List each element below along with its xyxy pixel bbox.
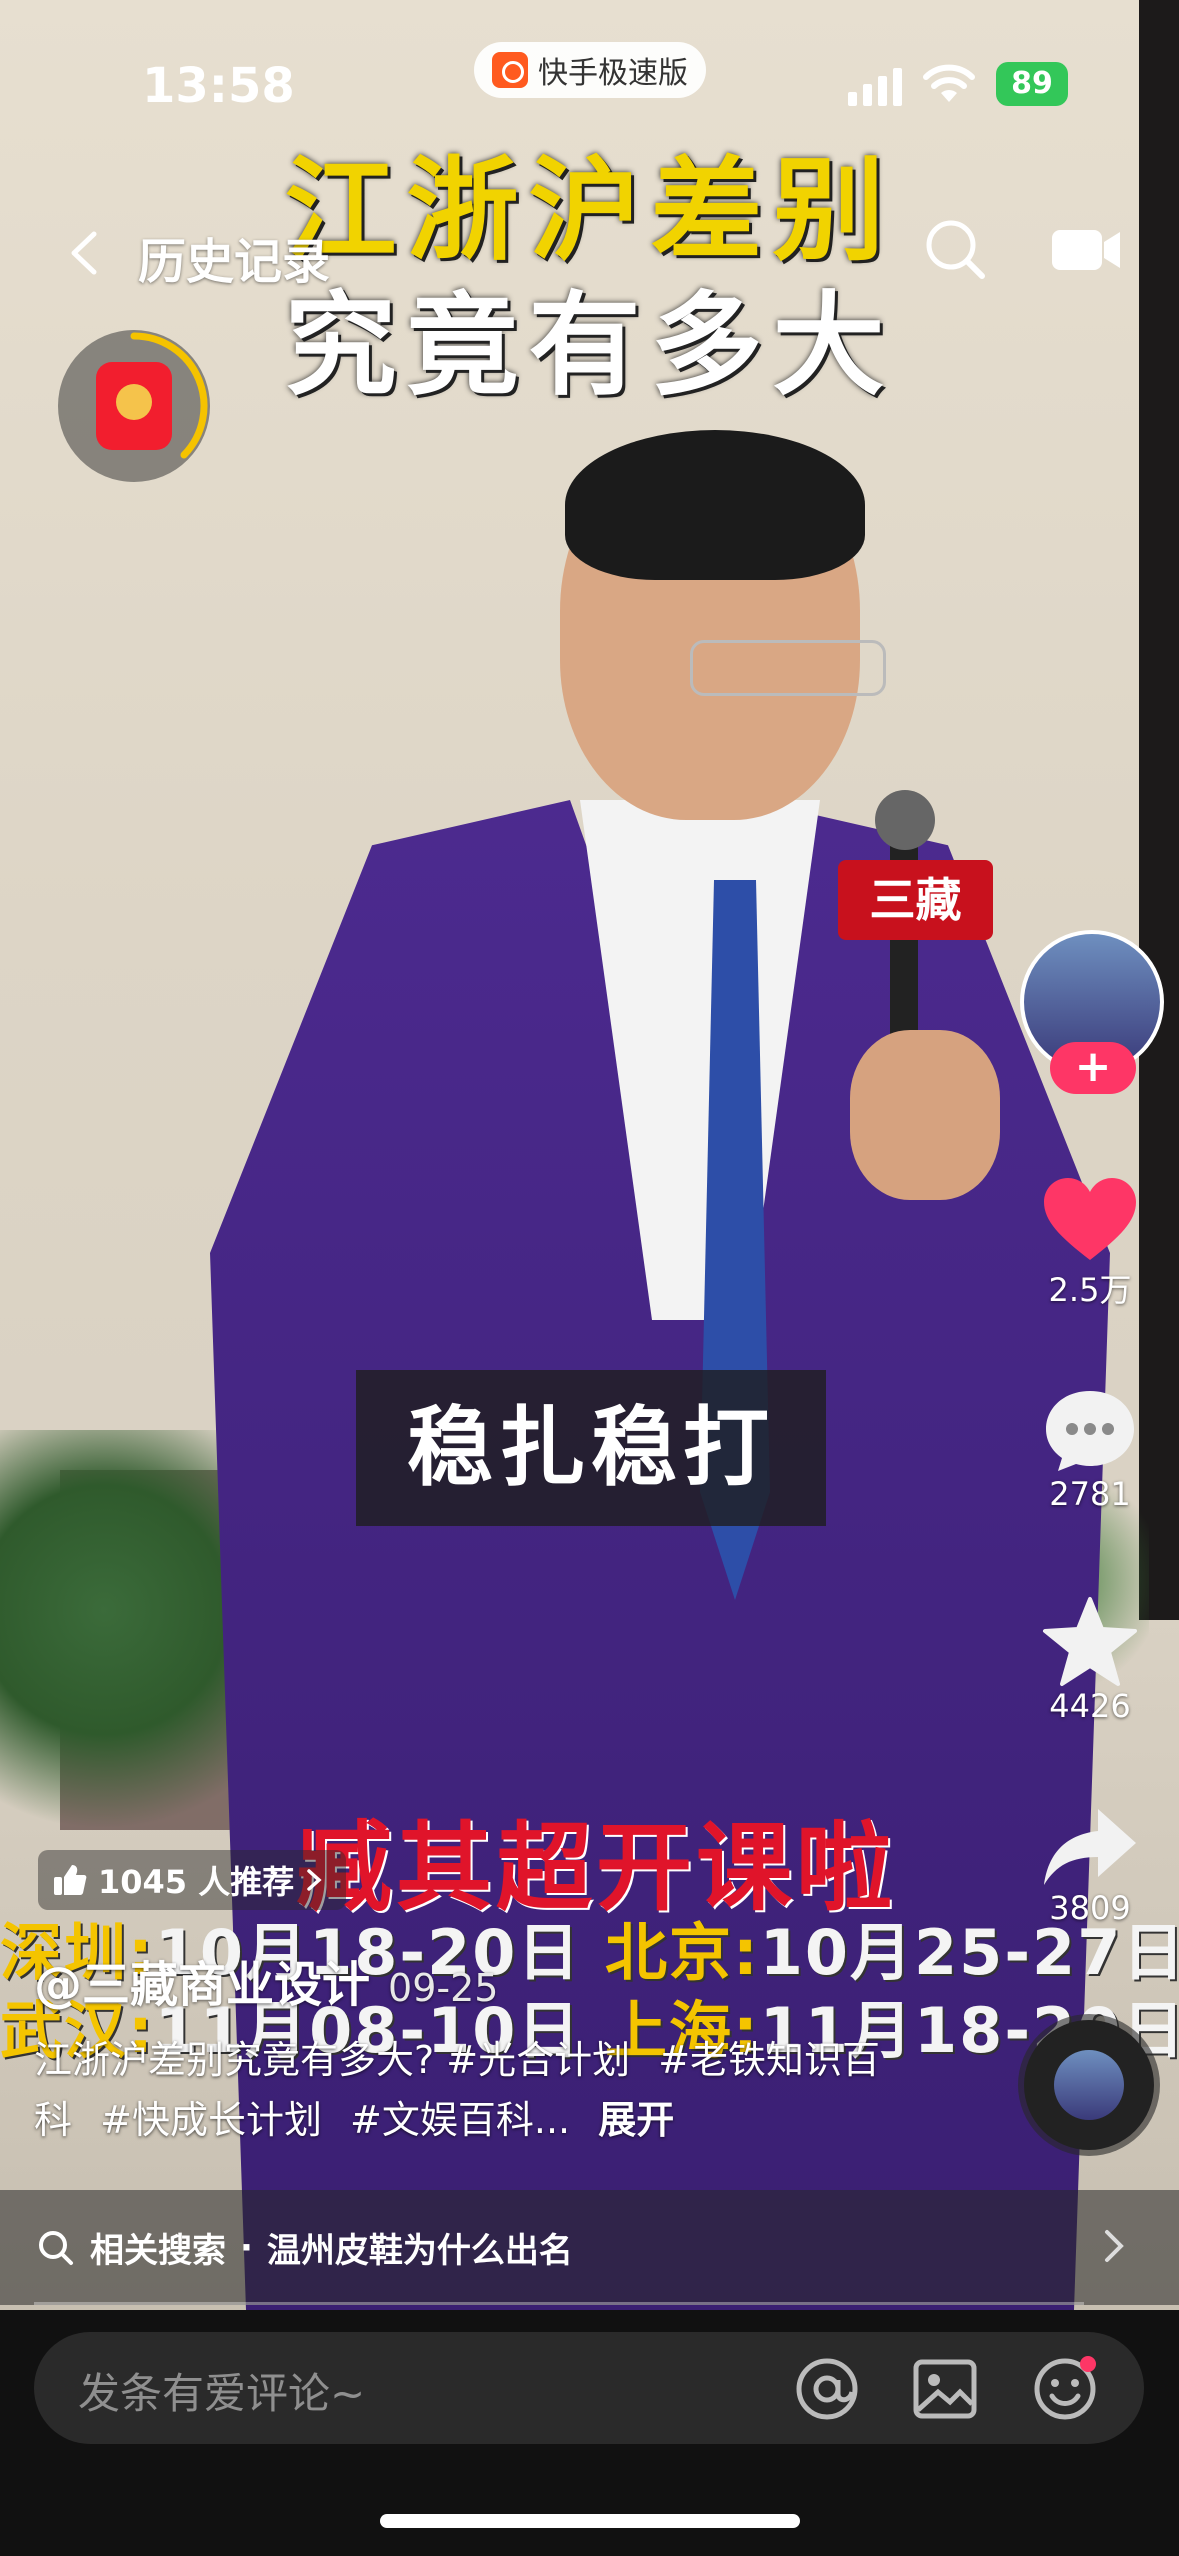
hashtag[interactable]: #快成长计划 bbox=[100, 2098, 322, 2142]
recommend-count: 1045 人推荐 bbox=[98, 1863, 295, 1901]
comment-bubble-icon bbox=[1046, 1391, 1134, 1471]
share-count: 3809 bbox=[1049, 1889, 1131, 1927]
expand-link[interactable]: 展开 bbox=[598, 2098, 674, 2142]
top-nav: 历史记录 bbox=[0, 200, 1179, 300]
separator-dot: · bbox=[240, 2227, 253, 2268]
speaker-figure bbox=[565, 430, 865, 580]
related-search-content: 相关搜索 · 温州皮鞋为什么出名 bbox=[36, 2190, 573, 2305]
red-envelope-icon bbox=[96, 362, 172, 450]
favorite-button[interactable]: 4426 bbox=[1010, 1595, 1170, 1725]
hashtag[interactable]: #光合计划 bbox=[446, 2038, 630, 2082]
microphone-brand: 三藏 bbox=[838, 860, 993, 940]
image-icon[interactable] bbox=[910, 2354, 980, 2424]
battery-indicator: 89 bbox=[996, 62, 1068, 106]
comment-placeholder: 发条有爱评论~ bbox=[78, 2369, 366, 2418]
music-disc[interactable] bbox=[1024, 2020, 1154, 2150]
search-icon[interactable] bbox=[920, 214, 990, 284]
schedule-city: 北京: bbox=[604, 1916, 760, 1989]
app-name: 快手极速版 bbox=[538, 56, 688, 91]
app-indicator-pill: 快手极速版 bbox=[474, 42, 706, 98]
microphone bbox=[875, 790, 935, 850]
speaker-figure bbox=[690, 640, 886, 696]
related-search-prefix: 相关搜索 bbox=[90, 2231, 226, 2271]
star-icon bbox=[1043, 1597, 1137, 1686]
video-subtitle: 稳扎稳打 bbox=[356, 1370, 826, 1526]
kuaishou-logo-icon bbox=[492, 52, 528, 88]
red-packet-reward-button[interactable] bbox=[58, 330, 210, 482]
thumbs-up-icon bbox=[54, 1865, 87, 1895]
like-button[interactable]: 2.5万 bbox=[1010, 1175, 1170, 1311]
author-name-row[interactable]: @三藏商业设计 09-25 bbox=[34, 1945, 498, 2015]
description-text: 江浙沪差别究竟有多大? bbox=[34, 2038, 435, 2082]
post-date: 09-25 bbox=[388, 1966, 499, 2010]
related-search-bar[interactable]: 相关搜索 · 温州皮鞋为什么出名 bbox=[0, 2190, 1179, 2305]
comment-input[interactable]: 发条有爱评论~ bbox=[34, 2332, 1144, 2444]
emoji-icon[interactable] bbox=[1030, 2354, 1100, 2424]
status-time: 13:58 bbox=[142, 58, 295, 114]
share-arrow-icon bbox=[1044, 1809, 1136, 1885]
home-indicator[interactable] bbox=[380, 2514, 800, 2528]
speaker-figure bbox=[850, 1030, 1000, 1200]
related-search-query: 温州皮鞋为什么出名 bbox=[266, 2231, 573, 2271]
wifi-icon bbox=[923, 64, 975, 102]
video-camera-icon[interactable] bbox=[1050, 220, 1122, 280]
video-progress-bar[interactable] bbox=[34, 2302, 1084, 2305]
chevron-right-icon bbox=[307, 1869, 322, 1891]
at-mention-icon[interactable] bbox=[792, 2354, 862, 2424]
search-icon bbox=[39, 2230, 73, 2265]
like-count: 2.5万 bbox=[1048, 1271, 1132, 1309]
author-name[interactable]: @三藏商业设计 bbox=[34, 1957, 370, 2013]
comment-button[interactable]: 2781 bbox=[1010, 1385, 1170, 1513]
hashtag[interactable]: #文娱百科... bbox=[350, 2098, 570, 2142]
cellular-signal-icon bbox=[848, 68, 902, 106]
chevron-left-icon[interactable] bbox=[62, 228, 112, 278]
chevron-right-icon bbox=[1105, 2230, 1124, 2262]
comment-count: 2781 bbox=[1049, 1475, 1131, 1513]
recommend-badge[interactable]: 1045 人推荐 bbox=[38, 1850, 347, 1910]
follow-button[interactable]: + bbox=[1050, 1042, 1136, 1094]
history-title[interactable]: 历史记录 bbox=[138, 222, 330, 292]
video-description[interactable]: 江浙沪差别究竟有多大? #光合计划 #老铁知识百科 #快成长计划 #文娱百科..… bbox=[34, 2030, 894, 2150]
share-button[interactable]: 3809 bbox=[1010, 1805, 1170, 1927]
heart-icon bbox=[1044, 1178, 1136, 1260]
favorite-count: 4426 bbox=[1049, 1687, 1131, 1725]
status-bar: 13:58 快手极速版 89 bbox=[0, 0, 1179, 170]
